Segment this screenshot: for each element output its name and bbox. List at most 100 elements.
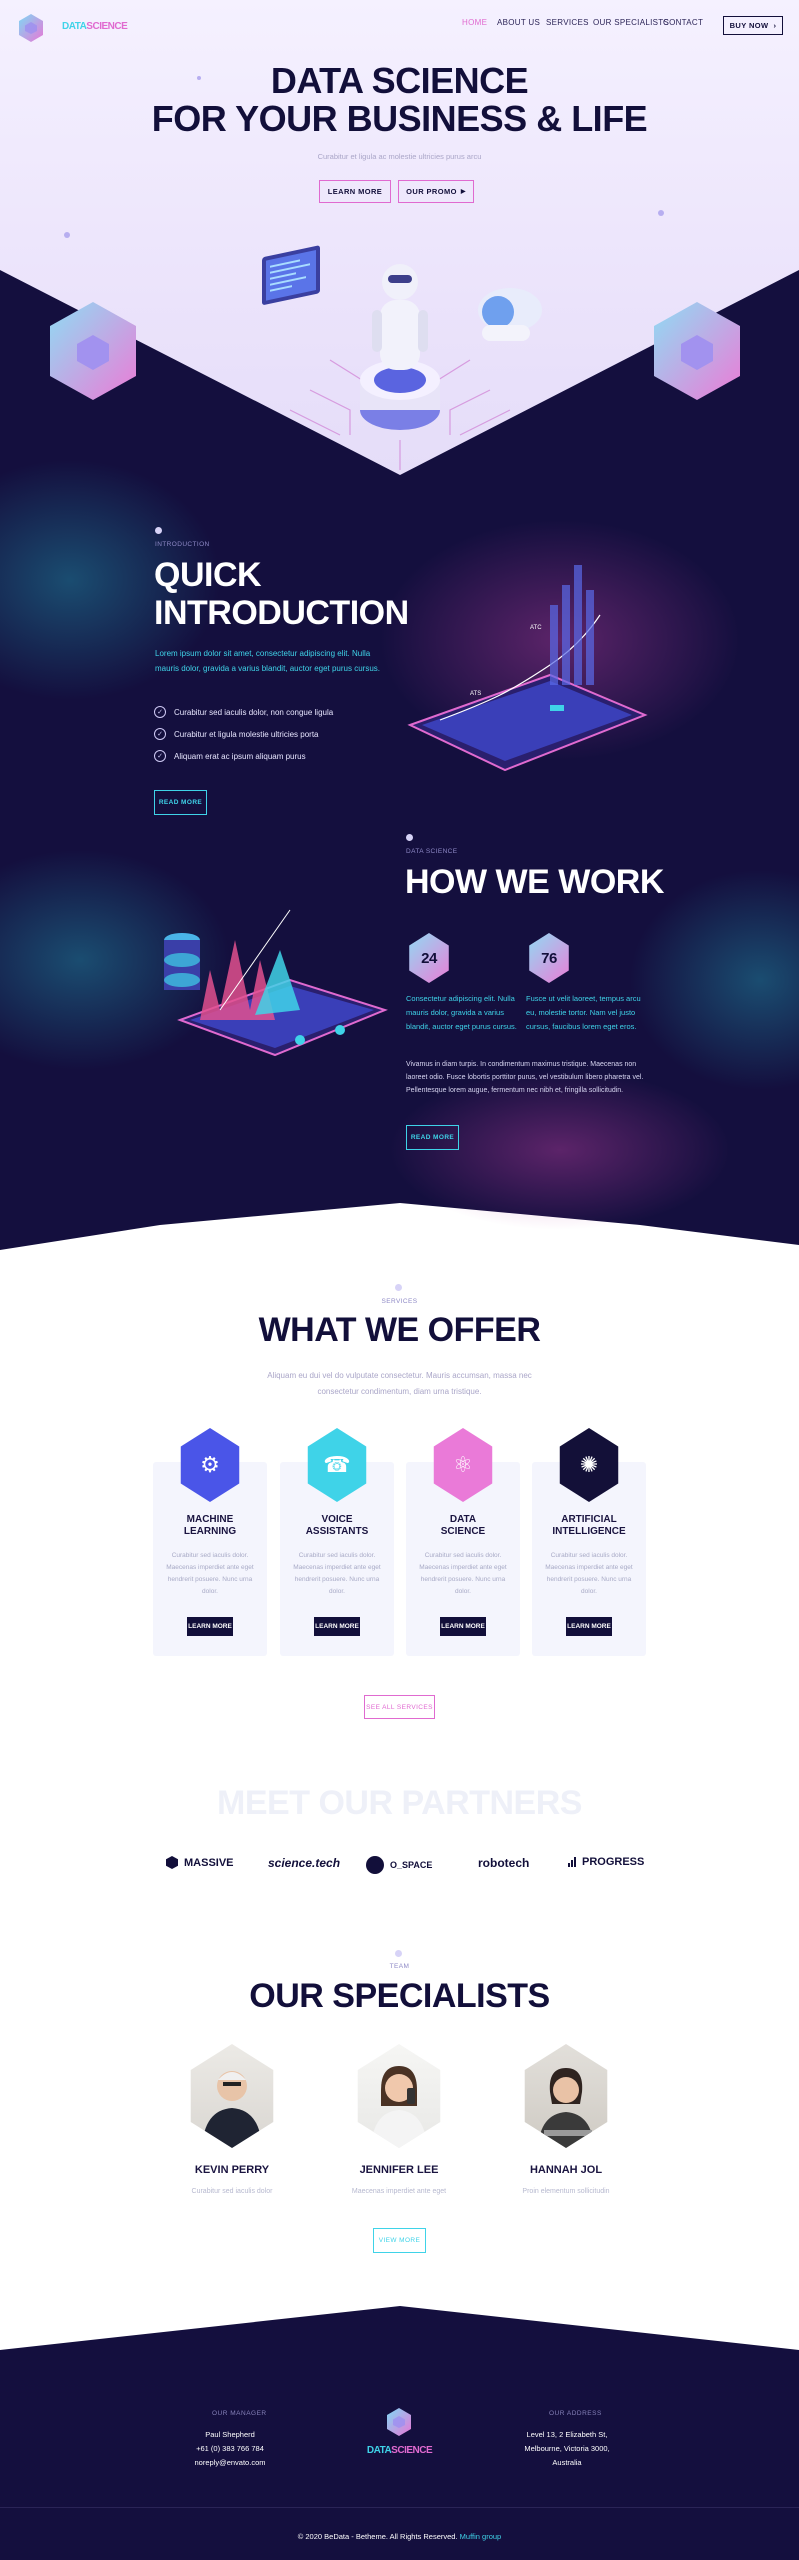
specialist-role: Proin elementum sollicitudin [522, 2188, 610, 2195]
footer-manager-line: Paul Shepherd [205, 2430, 255, 2439]
intro-check-label: Curabitur et ligula molestie ultricies p… [174, 729, 319, 739]
learn-more-button[interactable]: LEARN MORE [440, 1617, 486, 1636]
buy-now-label: BUY NOW [729, 21, 769, 30]
learn-more-button[interactable]: LEARN MORE [187, 1617, 233, 1636]
circle-icon [366, 1856, 384, 1874]
footer-copyright: © 2020 BeData - Betheme. All Rights Rese… [0, 2532, 799, 2541]
card-title-line1: VOICE [321, 1514, 353, 1525]
offer-eyebrow: SERVICES [381, 1298, 418, 1305]
copyright-link[interactable]: Muffin group [460, 2532, 502, 2541]
robot-icon: ⚙ [180, 1428, 240, 1502]
card-title-line1: DATA [449, 1514, 477, 1525]
our-promo-button[interactable]: OUR PROMO ▶ [398, 180, 474, 203]
card-title-line1: MACHINE [186, 1514, 234, 1525]
offer-title: WHAT WE OFFER [258, 1311, 541, 1349]
footer-address-line: Level 13, 2 Elizabeth St, [526, 2430, 608, 2439]
card-title: VOICE ASSISTANTS [280, 1514, 394, 1538]
card-title-line2: SCIENCE [440, 1526, 486, 1537]
intro-check-item: ✓ Curabitur et ligula molestie ultricies … [154, 728, 319, 740]
intro-check-label: Curabitur sed iaculis dolor, non congue … [174, 707, 334, 717]
hexagon-icon [166, 1856, 178, 1869]
buy-now-button[interactable]: BUY NOW › [723, 16, 783, 35]
footer-divider [0, 2507, 799, 2508]
card-text: Curabitur sed iaculis dolor. Maecenas im… [419, 1552, 507, 1595]
nav-contact[interactable]: CONTACT [663, 18, 703, 36]
specialist-name: HANNAH JOL [529, 2164, 603, 2176]
specialist-role: Maecenas imperdiet ante eget [351, 2188, 447, 2195]
nav-our-specialists[interactable]: OUR SPECIALISTS [593, 18, 669, 36]
intro-title-line1: QUICK [154, 556, 262, 594]
card-title: DATA SCIENCE [406, 1514, 520, 1538]
learn-more-button[interactable]: LEARN MORE [566, 1617, 612, 1636]
stat1-text: Consectetur adipiscing elit. Nulla mauri… [406, 994, 517, 1031]
footer-address-line: Australia [552, 2458, 582, 2467]
card-title-line2: ASSISTANTS [305, 1526, 369, 1537]
footer-brand-part1: DATA [366, 2445, 392, 2456]
partner-logo-robotech[interactable]: robotech [478, 1856, 529, 1870]
decor-dot [395, 1950, 402, 1957]
intro-check-label: Aliquam erat ac ipsum aliquam purus [174, 751, 306, 761]
copyright-text: © 2020 BeData - Betheme. All Rights Rese… [297, 2532, 458, 2541]
partner-name: robotech [478, 1856, 530, 1870]
partner-name: science.tech [268, 1856, 341, 1870]
partner-name: O_SPACE [390, 1860, 433, 1870]
specialist-name: KEVIN PERRY [194, 2164, 270, 2176]
offer-subtitle-line1: Aliquam eu dui vel do vulputate consecte… [267, 1371, 532, 1380]
footer-address-info: Level 13, 2 Elizabeth St, Melbourne, Vic… [517, 2428, 617, 2470]
partner-name: PROGRESS [582, 1856, 645, 1868]
see-all-services-button[interactable]: SEE ALL SERVICES [364, 1695, 435, 1719]
partner-logo-massive[interactable]: MASSIVE [166, 1856, 234, 1869]
footer-logo-icon[interactable] [386, 2408, 412, 2436]
learn-more-button[interactable]: LEARN MORE [314, 1617, 360, 1636]
offer-subtitle-line2: consectetur condimentum, diam urna trist… [317, 1387, 482, 1396]
robot-illustration [250, 220, 550, 480]
footer-manager-line[interactable]: noreply@envato.com [180, 2456, 280, 2470]
data-icon: ⚛ [433, 1428, 493, 1502]
check-icon: ✓ [154, 706, 166, 718]
tablet-chart-illustration: ATC ATS [400, 545, 650, 805]
nav-home[interactable]: HOME [462, 18, 487, 36]
avatar-jennifer-lee [357, 2044, 441, 2148]
learn-more-button[interactable]: LEARN MORE [319, 180, 391, 203]
hero-subtitle: Curabitur et ligula ac molestie ultricie… [317, 152, 482, 161]
intro-title-line2: INTRODUCTION [154, 594, 409, 632]
how-body: Vivamus in diam turpis. In condimentum m… [406, 1061, 644, 1094]
partner-logo-science-tech[interactable]: science.tech [268, 1856, 340, 1870]
card-title-line1: ARTIFICIAL [561, 1514, 617, 1525]
decor-dot [406, 834, 413, 841]
how-read-more-button[interactable]: READ MORE [406, 1125, 459, 1150]
brand-name[interactable]: DATASCIENCE [62, 21, 128, 32]
nav-services[interactable]: SERVICES [546, 18, 589, 36]
stat-value: 76 [541, 949, 557, 967]
intro-check-item: ✓ Curabitur sed iaculis dolor, non congue… [154, 706, 333, 718]
specialist-role: Curabitur sed iaculis dolor [191, 2188, 273, 2195]
partner-logo-progress[interactable]: PROGRESS [568, 1856, 644, 1868]
view-more-button[interactable]: VIEW MORE [373, 2228, 426, 2253]
service-card-data-science: ⚛ DATA SCIENCE Curabitur sed iaculis dolo… [406, 1428, 520, 1656]
footer-manager-label: OUR MANAGER [212, 2410, 267, 2417]
logo-icon[interactable] [18, 14, 44, 42]
brand-part2: SCIENCE [86, 21, 128, 32]
hero-title: DATA SCIENCE FOR YOUR BUSINESS & LIFE [0, 62, 799, 138]
card-text: Curabitur sed iaculis dolor. Maecenas im… [166, 1552, 254, 1595]
card-text: Curabitur sed iaculis dolor. Maecenas im… [545, 1552, 633, 1595]
stat-value: 24 [421, 949, 437, 967]
play-icon: ▶ [460, 189, 466, 195]
card-title: ARTIFICIAL INTELLIGENCE [532, 1514, 646, 1538]
chevron-right-icon: › [773, 21, 777, 30]
card-title-line2: INTELLIGENCE [552, 1526, 626, 1537]
voice-icon: ☎ [307, 1428, 367, 1502]
decor-dot [658, 210, 664, 216]
our-promo-label: OUR PROMO [406, 187, 457, 196]
decor-dot [197, 76, 201, 80]
intro-lead: Lorem ipsum dolor sit amet, consectetur … [155, 649, 381, 673]
brain-icon: ✺ [559, 1428, 619, 1502]
partner-logo-o-space[interactable]: O_SPACE [366, 1856, 432, 1874]
intro-read-more-button[interactable]: READ MORE [154, 790, 207, 815]
service-card-machine-learning: ⚙ MACHINE LEARNING Curabitur sed iaculis … [153, 1428, 267, 1656]
decor-dot [395, 1284, 402, 1291]
hero-title-line1: DATA SCIENCE [270, 60, 529, 101]
partners-title: MEET OUR PARTNERS [217, 1784, 582, 1822]
nav-about-us[interactable]: ABOUT US [497, 18, 540, 36]
service-card-artificial-intelligence: ✺ ARTIFICIAL INTELLIGENCE Curabitur sed i… [532, 1428, 646, 1656]
